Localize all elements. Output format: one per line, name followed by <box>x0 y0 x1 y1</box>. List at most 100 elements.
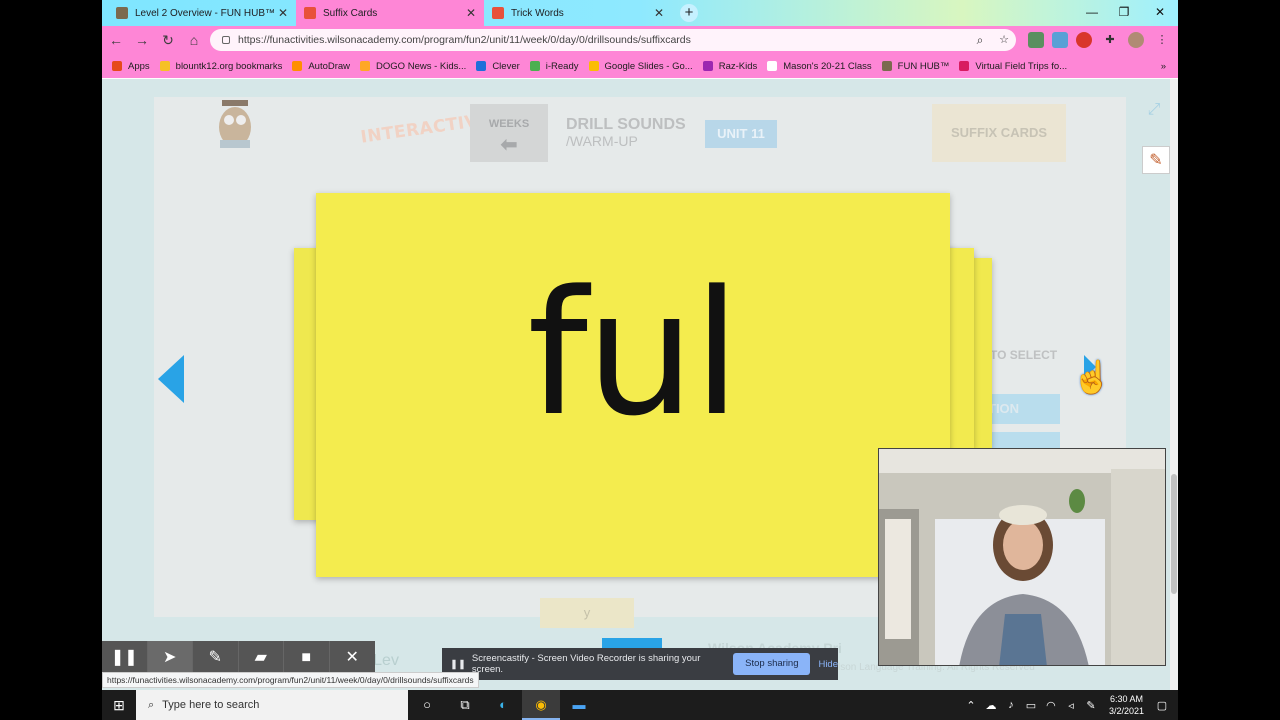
lock-icon <box>222 36 230 44</box>
webcam-video-image <box>879 449 1165 665</box>
puzzle-icon[interactable]: ✚ <box>1102 32 1118 48</box>
bookmark-google-slides[interactable]: Google Slides - Go... <box>588 61 693 72</box>
bookmark-clever[interactable]: Clever <box>476 61 520 72</box>
edge-icon[interactable]: ◐ <box>484 690 522 720</box>
scrollbar-thumb[interactable] <box>1171 474 1177 594</box>
cloud-icon[interactable]: ☁ <box>981 699 1001 712</box>
weeks-label: WEEKS <box>488 118 530 130</box>
taskbar-search-box[interactable]: ⌕ Type here to search <box>136 690 408 720</box>
bookmarks-bar: Apps blountk12.org bookmarks AutoDraw DO… <box>102 54 1178 78</box>
bookmark-apps[interactable]: Apps <box>112 61 150 72</box>
bookmark-autodraw[interactable]: AutoDraw <box>292 61 350 72</box>
bookmark-masons-class[interactable]: Mason's 20-21 Class <box>767 61 872 72</box>
windows-taskbar: ⊞ ⌕ Type here to search ○ ⧉ ◐ ◉ ▬ ⌃ ☁ ♪ … <box>102 690 1178 720</box>
chevron-up-icon[interactable]: ⌃ <box>961 699 981 712</box>
interactivities-logo: INTERACTIVITIES <box>210 92 530 152</box>
extension-icon[interactable] <box>1052 32 1068 48</box>
restore-button[interactable]: ❐ <box>1108 0 1140 24</box>
bookmark-virtual-field-trips[interactable]: Virtual Field Trips fo... <box>959 61 1067 72</box>
sharing-text: Screencastify - Screen Video Recorder is… <box>471 653 701 675</box>
card-word: ful <box>527 253 740 454</box>
cursor-tool-icon[interactable]: ➤ <box>147 641 193 675</box>
record-icon[interactable] <box>1076 32 1092 48</box>
tab-level2-overview[interactable]: Level 2 Overview - FUN HUB™ ✕ <box>108 0 296 26</box>
scrollbar[interactable] <box>1170 79 1178 690</box>
close-toolbar-icon[interactable]: ✕ <box>330 641 376 675</box>
stop-sharing-button[interactable]: Stop sharing <box>733 653 811 675</box>
forward-button[interactable]: → <box>130 28 154 52</box>
chrome-icon[interactable]: ◉ <box>522 690 560 720</box>
apps-icon <box>112 61 122 71</box>
reload-button[interactable]: ↻ <box>156 28 180 52</box>
close-tab-icon[interactable]: ✕ <box>278 6 288 20</box>
bookmark-raz-kids[interactable]: Raz-Kids <box>702 61 757 72</box>
drill-sounds-title: DRILL SOUNDS /WARM-UP <box>566 116 686 150</box>
eraser-tool-icon[interactable]: ▰ <box>239 641 284 675</box>
wilson-favicon-icon <box>492 7 504 19</box>
home-button[interactable]: ⌂ <box>182 28 206 52</box>
window-close-button[interactable]: ✕ <box>1144 0 1176 24</box>
tab-strip: Level 2 Overview - FUN HUB™ ✕ Suffix Car… <box>102 0 1178 26</box>
clever-icon <box>476 61 487 71</box>
hide-button[interactable]: Hide <box>818 659 838 670</box>
close-tab-icon[interactable]: ✕ <box>654 6 664 20</box>
minimize-button[interactable]: — <box>1076 0 1108 24</box>
bookmark-fun-hub[interactable]: FUN HUB™ <box>881 61 949 72</box>
bookmark-i-ready[interactable]: i-Ready <box>529 61 579 72</box>
bookmark-dogo-news[interactable]: DOGO News - Kids... <box>360 61 466 72</box>
menu-icon[interactable]: ⋮ <box>1154 32 1170 48</box>
star-icon[interactable]: ☆ <box>996 32 1012 48</box>
fullscreen-icon[interactable]: ⤢ <box>1142 98 1166 122</box>
browser-toolbar: ← → ↻ ⌂ https://funactivities.wilsonacad… <box>102 26 1178 54</box>
close-tab-icon[interactable]: ✕ <box>466 6 476 20</box>
search-icon: ⌕ <box>148 698 155 711</box>
microphone-icon[interactable]: ♪ <box>1001 699 1021 711</box>
extension-grid-icon[interactable] <box>1028 32 1044 48</box>
footer-card-y[interactable]: y <box>540 598 634 628</box>
webcam-overlay <box>878 448 1166 666</box>
task-view-icon[interactable]: ⧉ <box>446 690 484 720</box>
bookmark-blountk12[interactable]: blountk12.org bookmarks <box>159 61 282 72</box>
autodraw-icon <box>292 61 303 71</box>
cortana-icon[interactable]: ○ <box>408 690 446 720</box>
battery-icon[interactable]: ▭ <box>1021 699 1041 712</box>
pin-icon <box>959 61 970 71</box>
previous-card-arrow-icon[interactable] <box>158 355 184 403</box>
hand-cursor-icon: ☝ <box>1072 359 1112 395</box>
windows-start-icon[interactable]: ⊞ <box>102 690 136 720</box>
camera-tool-icon[interactable]: ■ <box>284 641 330 675</box>
new-tab-button[interactable]: + <box>680 4 698 22</box>
unit-badge[interactable]: UNIT 11 <box>705 120 777 148</box>
screencastify-app-icon[interactable]: ▬ <box>560 690 598 720</box>
pen-tool-icon[interactable]: ✎ <box>193 641 239 675</box>
address-bar[interactable]: https://funactivities.wilsonacademy.com/… <box>210 29 1016 51</box>
tab-trick-words[interactable]: Trick Words ✕ <box>484 0 672 26</box>
funhub-favicon-icon <box>116 7 128 19</box>
tab-suffix-cards[interactable]: Suffix Cards ✕ <box>296 0 484 26</box>
owl-mascot-icon <box>219 100 251 148</box>
zoom-icon[interactable]: ⌕ <box>972 32 988 48</box>
system-tray: ⌃ ☁ ♪ ▭ ◠ ◃ ✎ 6:30 AM 3/2/2021 ▢ <box>961 693 1178 717</box>
status-url: https://funactivities.wilsonacademy.com/… <box>102 672 479 688</box>
wilson-favicon-icon <box>304 7 316 19</box>
clock[interactable]: 6:30 AM 3/2/2021 <box>1109 693 1144 717</box>
paintbrush-icon[interactable]: ✎ <box>1142 146 1170 174</box>
google-drive-icon <box>588 61 599 71</box>
notifications-icon[interactable]: ▢ <box>1152 699 1172 712</box>
wifi-icon[interactable]: ◠ <box>1041 699 1061 712</box>
avatar[interactable] <box>1128 32 1144 48</box>
pause-icon[interactable]: ❚❚ <box>102 641 148 675</box>
volume-icon[interactable]: ◃ <box>1061 699 1081 712</box>
drill-subtitle: /WARM-UP <box>566 133 638 149</box>
pen-icon[interactable]: ✎ <box>1081 699 1101 712</box>
weeks-button[interactable]: WEEKS ⬅ <box>470 104 548 162</box>
suffix-cards-button[interactable]: SUFFIX CARDS <box>932 104 1066 162</box>
back-button[interactable]: ← <box>104 28 128 52</box>
tab-label: Trick Words <box>511 7 564 19</box>
tion-card-button[interactable]: TION <box>982 394 1060 424</box>
clock-time: 6:30 AM <box>1109 694 1143 704</box>
tab-label: Level 2 Overview - FUN HUB™ <box>135 7 276 19</box>
bookmarks-overflow-button[interactable]: » <box>1161 61 1166 72</box>
drill-title: DRILL SOUNDS <box>566 116 686 133</box>
suffix-card[interactable]: ful <box>316 193 950 577</box>
